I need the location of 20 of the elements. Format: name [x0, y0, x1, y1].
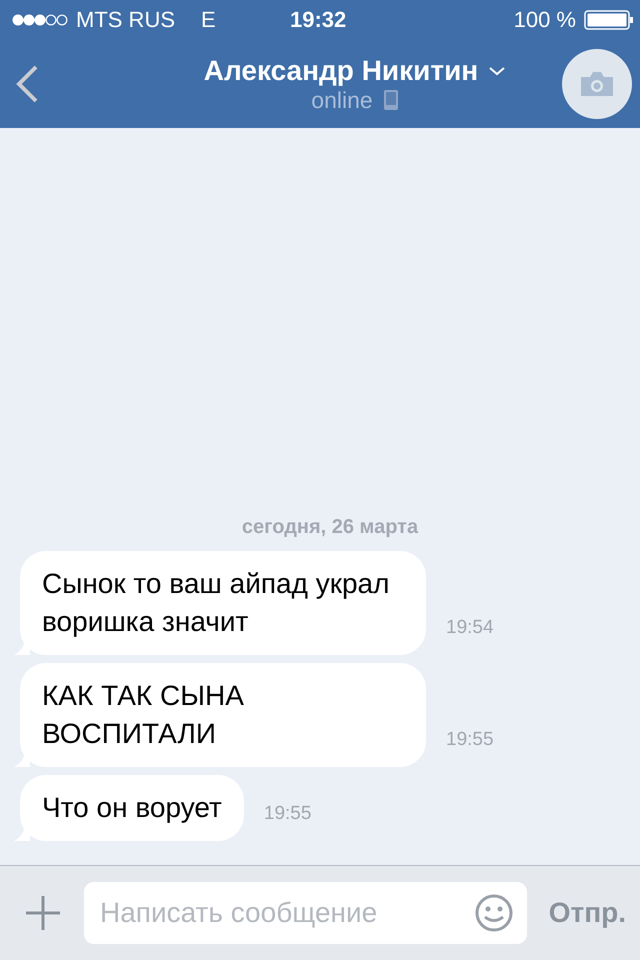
camera-icon: [578, 71, 615, 97]
phone-icon: [382, 89, 399, 111]
network-type: E: [201, 7, 216, 33]
battery-icon: [584, 10, 634, 30]
date-label: сегодня, 26 марта: [242, 516, 418, 539]
smiley-icon[interactable]: [474, 894, 513, 932]
message-field[interactable]: Написать сообщение: [84, 882, 527, 944]
add-icon[interactable]: [24, 894, 62, 932]
message-input[interactable]: Написать сообщение: [98, 896, 475, 930]
battery-percent: 100 %: [514, 7, 576, 33]
back-icon[interactable]: [14, 64, 40, 104]
message-time: 19:55: [446, 729, 494, 751]
contact-name[interactable]: Александр Никитин: [204, 54, 478, 86]
clock-time: 19:32: [290, 7, 346, 33]
online-status: online: [311, 86, 373, 114]
signal-icon: [12, 13, 68, 27]
carrier-name: MTS RUS: [76, 7, 175, 33]
message-time: 19:55: [264, 803, 312, 825]
message-time: 19:54: [446, 617, 494, 639]
chevron-down-icon[interactable]: [488, 66, 506, 76]
